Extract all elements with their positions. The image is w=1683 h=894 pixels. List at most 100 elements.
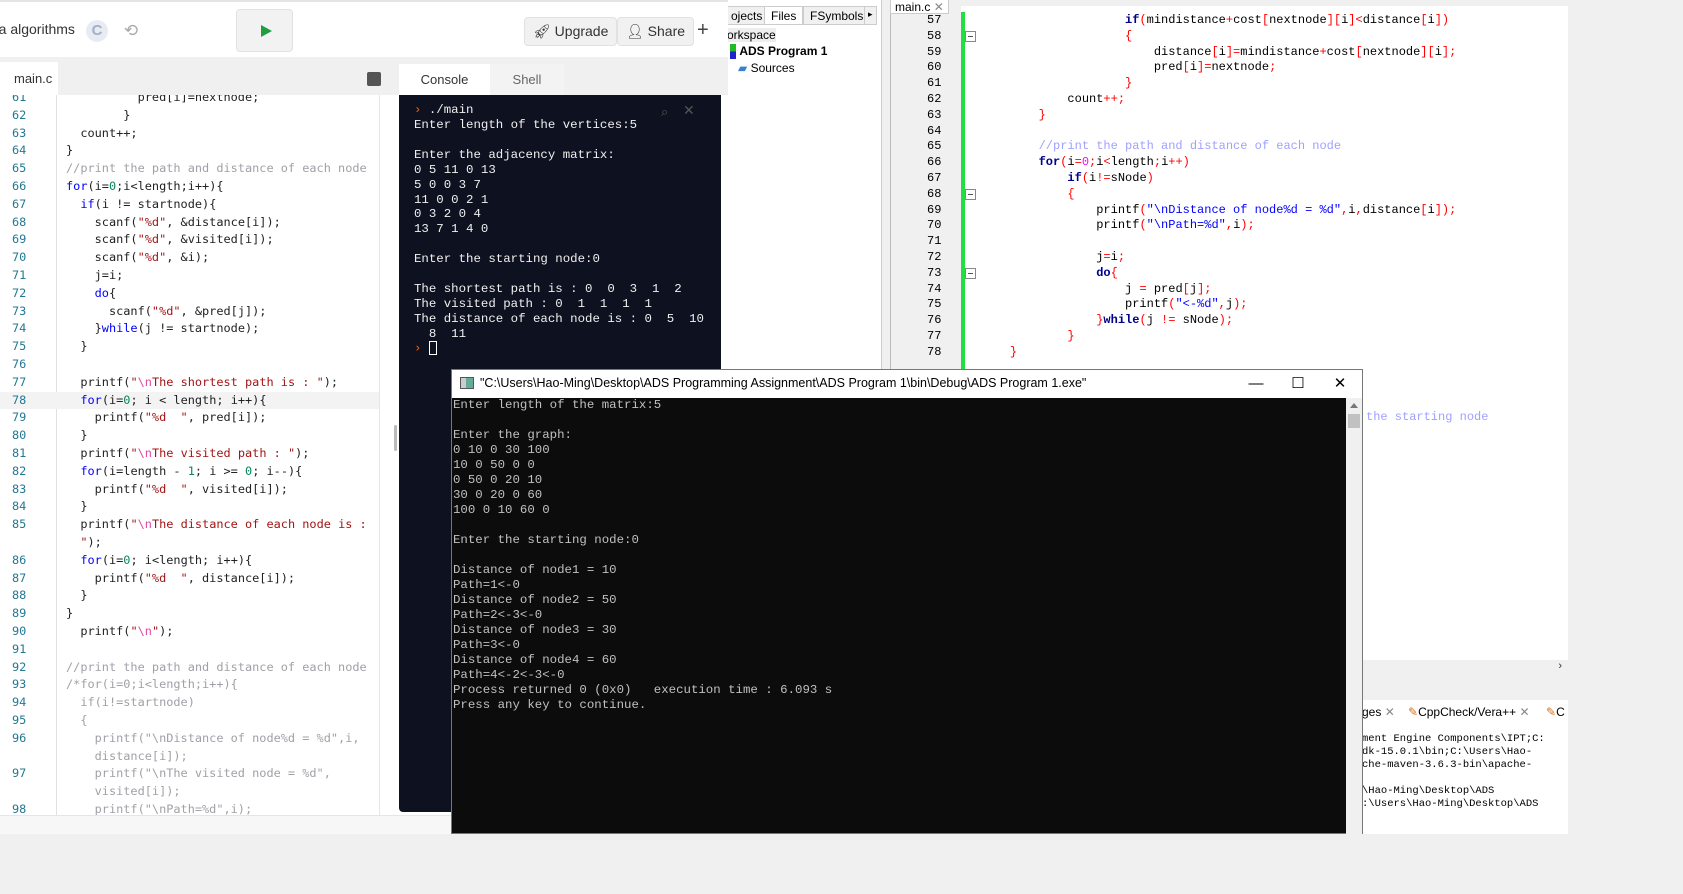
code-line[interactable]: 66 for(i=0;i<length;i++) (891, 155, 1568, 171)
code-line[interactable]: "); (0, 534, 379, 552)
tree-project[interactable]: ADS Program 1 (730, 44, 827, 60)
code-line[interactable]: 76 (0, 356, 379, 374)
code-line[interactable]: 74 }while(j != startnode); (0, 320, 379, 338)
code-line[interactable]: 75 printf("<-%d",j); (891, 297, 1568, 313)
code-line[interactable]: 84 } (0, 498, 379, 516)
code-line[interactable]: 73 scanf("%d", &pred[j]); (0, 303, 379, 321)
code-line[interactable]: 95 { (0, 712, 379, 730)
tab-shell[interactable]: Shell (490, 64, 564, 95)
tab-fsymbols[interactable]: FSymbols (803, 6, 871, 25)
close-icon[interactable]: ✕ (1519, 705, 1529, 719)
code-line[interactable]: 69 scanf("%d", &visited[i]); (0, 231, 379, 249)
code-line[interactable]: 65 //print the path and distance of each… (891, 139, 1568, 155)
code-line[interactable]: 70 scanf("%d", &i); (0, 249, 379, 267)
code-line[interactable]: 78 } (891, 345, 1568, 361)
close-icon[interactable]: ✕ (934, 0, 944, 14)
code-editor[interactable]: 61 pred[i]=nextnode; 62 } 63 count++; 64} 65… (0, 95, 380, 815)
code-line[interactable]: 88 } (0, 587, 379, 605)
resize-handle[interactable] (394, 425, 397, 451)
close-icon[interactable]: ✕ (1385, 705, 1395, 719)
history-icon[interactable]: ⟲ (120, 20, 142, 42)
code-line[interactable]: 92 //print the path and distance of each … (0, 659, 379, 677)
code-line[interactable]: 61 pred[i]=nextnode; (0, 95, 379, 107)
code-line[interactable]: 64 (891, 124, 1568, 140)
code-line[interactable]: 64} (0, 142, 379, 160)
tab-other[interactable]: ✎C (1546, 705, 1565, 719)
code-line[interactable]: visited[i]); (0, 783, 379, 801)
tab-main-c[interactable]: main.c (0, 62, 58, 96)
close-icon[interactable]: ✕ (683, 102, 695, 119)
maximize-button[interactable]: ☐ (1278, 373, 1318, 395)
run-button[interactable] (236, 9, 293, 52)
code-line[interactable]: 62 count++; (891, 92, 1568, 108)
code-line[interactable]: 90 printf("\n"); (0, 623, 379, 641)
fold-toggle-icon[interactable] (965, 30, 976, 42)
code-line[interactable]: 80 } (0, 427, 379, 445)
tree-workspace[interactable]: orkspace (728, 28, 776, 42)
code-line[interactable]: 89} (0, 605, 379, 623)
code-line[interactable]: 58 { (891, 29, 1568, 45)
code-line[interactable]: 98 printf("\nPath=%d",i); (0, 801, 379, 815)
close-button[interactable]: ✕ (1320, 373, 1360, 395)
search-icon[interactable]: ⌕ (661, 104, 668, 120)
code-line[interactable]: 85 printf("\nThe distance of each node i… (0, 516, 379, 534)
code-line[interactable]: 83 printf("%d ", visited[i]); (0, 481, 379, 499)
code-line[interactable]: 77 } (891, 329, 1568, 345)
share-button[interactable]: 👤︎ Share (617, 17, 695, 46)
format-icon[interactable] (367, 72, 381, 86)
code-line[interactable]: 86 for(i=0; i<length; i++){ (0, 552, 379, 570)
code-line[interactable]: 78 for(i=0; i < length; i++){ (0, 391, 379, 410)
fold-toggle-icon[interactable] (965, 188, 976, 200)
code-line[interactable]: 62 } (0, 107, 379, 125)
tree-sources[interactable]: ▰ Sources (738, 61, 795, 75)
console-input[interactable]: › (414, 341, 437, 355)
code-line[interactable]: 71 j=i; (0, 267, 379, 285)
tabs-scroll-right-icon[interactable]: ▸ (864, 6, 877, 25)
code-line[interactable]: 66 for(i=0;i<length;i++){ (0, 178, 379, 196)
code-line[interactable]: 79 printf("%d ", pred[i]); (0, 409, 379, 427)
code-line[interactable]: 68 { (891, 187, 1568, 203)
code-line[interactable]: 69 printf("\nDistance of node%d = %d",i,… (891, 203, 1568, 219)
code-line[interactable]: 72 do{ (0, 285, 379, 303)
code-line[interactable]: 74 j = pred[j]; (891, 282, 1568, 298)
repl-title[interactable]: ra algorithms (0, 21, 75, 37)
minimize-button[interactable]: — (1236, 373, 1276, 395)
tab-main-c-cb[interactable]: main.c ✕ (890, 0, 949, 14)
code-line[interactable]: 81 printf("\nThe visited path : "); (0, 445, 379, 463)
fold-toggle-icon[interactable] (965, 267, 976, 279)
code-line[interactable]: 97 printf("\nThe visited node = %d", (0, 765, 379, 783)
code-line[interactable]: distance[i]); (0, 748, 379, 766)
code-line[interactable]: 67 if(i!=sNode) (891, 171, 1568, 187)
code-line[interactable]: 59 distance[i]=mindistance+cost[nextnode… (891, 45, 1568, 61)
vertical-scrollbar[interactable] (1346, 398, 1362, 834)
tab-console[interactable]: Console (399, 64, 490, 95)
code-line[interactable]: 71 (891, 234, 1568, 250)
title-bar[interactable]: "C:\Users\Hao-Ming\Desktop\ADS Programmi… (452, 370, 1362, 398)
tab-messages[interactable]: ges ✕ (1362, 705, 1395, 719)
code-line[interactable]: 94 if(i!=startnode) (0, 694, 379, 712)
code-line[interactable]: 91 (0, 641, 379, 659)
code-line[interactable]: 67 if(i != startnode){ (0, 196, 379, 214)
code-line[interactable]: 76 }while(j != sNode); (891, 313, 1568, 329)
code-line[interactable]: 87 printf("%d ", distance[i]); (0, 570, 379, 588)
scrollbar-thumb[interactable] (1348, 414, 1360, 428)
code-line[interactable]: 60 pred[i]=nextnode; (891, 60, 1568, 76)
tab-cppcheck[interactable]: ✎CppCheck/Vera++ ✕ (1408, 705, 1530, 719)
code-line[interactable]: 82 for(i=length - 1; i >= 0; i--){ (0, 463, 379, 481)
code-line[interactable]: 75 } (0, 338, 379, 356)
code-line[interactable]: 77 printf("\nThe shortest path is : "); (0, 374, 379, 392)
code-line[interactable]: 61 } (891, 76, 1568, 92)
tab-files[interactable]: Files (764, 6, 804, 25)
console-app-window[interactable]: "C:\Users\Hao-Ming\Desktop\ADS Programmi… (451, 369, 1363, 834)
code-line[interactable]: 96 printf("\nDistance of node%d = %d",i, (0, 730, 379, 748)
code-line[interactable]: 93 /*for(i=0;i<length;i++){ (0, 676, 379, 694)
code-line[interactable]: 57 if(mindistance+cost[nextnode][i]<dist… (891, 13, 1568, 29)
code-line[interactable]: 72 j=i; (891, 250, 1568, 266)
code-line[interactable]: 70 printf("\nPath=%d",i); (891, 218, 1568, 234)
code-line[interactable]: 68 scanf("%d", &distance[i]); (0, 214, 379, 232)
add-button[interactable]: + (697, 19, 709, 42)
code-line[interactable]: 73 do{ (891, 266, 1568, 282)
code-line[interactable]: 65 //print the path and distance of each … (0, 160, 379, 178)
upgrade-button[interactable]: 🚀︎ Upgrade (524, 17, 618, 46)
code-line[interactable]: 63 } (891, 108, 1568, 124)
